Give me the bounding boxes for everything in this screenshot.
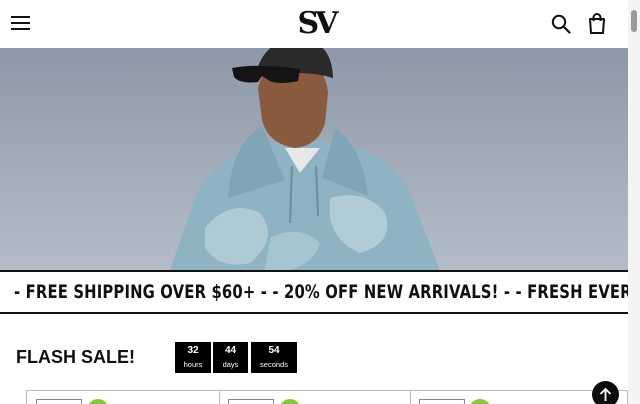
- product-image-frame: [228, 399, 274, 404]
- product-card[interactable]: [220, 391, 410, 404]
- countdown-seconds: 54 seconds: [251, 342, 297, 373]
- hero-banner-image: [0, 48, 628, 270]
- product-image-frame: [419, 399, 465, 404]
- shopping-bag-icon[interactable]: [587, 13, 607, 34]
- product-card-row: [26, 390, 628, 404]
- announcement-bar: - FREE SHIPPING OVER $60+ - - 20% OFF NE…: [0, 270, 628, 314]
- brand-logo[interactable]: SV: [292, 4, 340, 44]
- hamburger-menu-icon[interactable]: [11, 16, 30, 31]
- countdown-unit: days: [222, 360, 239, 369]
- countdown-value: 44: [224, 345, 237, 356]
- countdown-unit: seconds: [260, 360, 288, 369]
- hero-illustration: [170, 48, 440, 270]
- countdown-value: 32: [187, 345, 199, 356]
- product-image-frame: [36, 399, 82, 404]
- site-header: SV: [0, 0, 628, 48]
- countdown-days: 44 days: [213, 342, 248, 373]
- sale-badge: [279, 399, 301, 404]
- announcement-text: - FREE SHIPPING OVER $60+ - - 20% OFF NE…: [14, 281, 628, 303]
- flash-sale-title: FLASH SALE!: [16, 347, 135, 367]
- countdown-value: 54: [268, 345, 280, 356]
- sale-badge: [469, 399, 491, 404]
- page-scrollbar[interactable]: [628, 0, 640, 404]
- sale-badge: [87, 399, 109, 404]
- product-card[interactable]: [27, 391, 219, 404]
- product-card[interactable]: [411, 391, 601, 404]
- back-to-top-button[interactable]: [592, 381, 619, 404]
- scrollbar-thumb[interactable]: [631, 10, 637, 32]
- countdown-hours: 32 hours: [175, 342, 211, 373]
- arrow-up-icon: [599, 387, 612, 401]
- countdown-unit: hours: [183, 360, 203, 369]
- search-icon[interactable]: [551, 14, 571, 34]
